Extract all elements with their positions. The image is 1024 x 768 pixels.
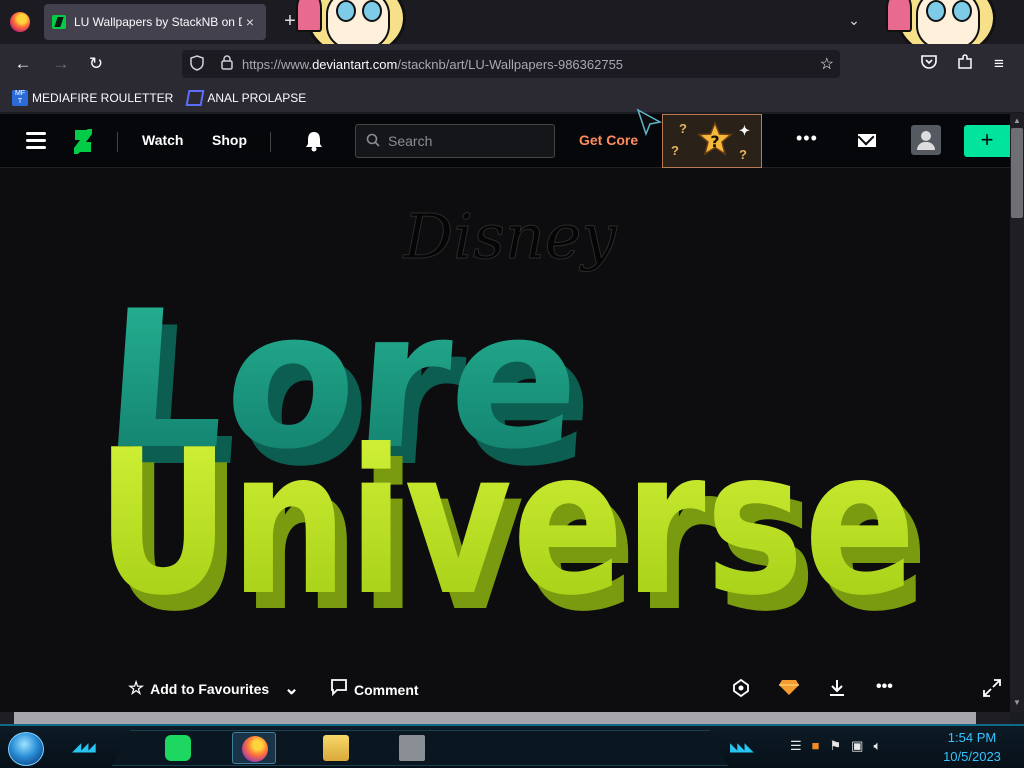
- network-icon[interactable]: ▣: [851, 738, 863, 754]
- more-options-dots-icon[interactable]: •••: [796, 128, 818, 149]
- pocket-icon[interactable]: [918, 53, 940, 75]
- comment-button[interactable]: Comment: [330, 678, 419, 701]
- favourite-label: Add to Favourites: [150, 680, 270, 697]
- volume-speaker-icon[interactable]: 🔈︎: [873, 738, 881, 754]
- tab-close-icon[interactable]: ×: [242, 14, 258, 30]
- fullscreen-expand-icon[interactable]: [982, 678, 1002, 698]
- notifications-bell-icon[interactable]: [304, 130, 324, 152]
- castle-wall-icon: [399, 735, 425, 761]
- scroll-up-arrow-icon[interactable]: ▲: [1012, 116, 1022, 125]
- sparkle-icon: ✦: [739, 123, 750, 138]
- tab-strip: LU Wallpapers by StackNB on D × + ⌄: [0, 0, 1024, 58]
- clock-time: 1:54 PM: [947, 730, 997, 745]
- spotify-taskbar-button[interactable]: [156, 732, 200, 764]
- taskbar-clock[interactable]: 1:54 PM 10/5/2023: [936, 728, 1008, 766]
- search-placeholder: Search: [388, 133, 433, 149]
- collections-dropdown-chevron-down-icon[interactable]: ⌄: [284, 678, 305, 699]
- bookmark-mediafire-rouletter[interactable]: MF T MEDIAFIRE ROULETTER: [12, 90, 173, 106]
- taskbar-decoration: ◢◢◢: [72, 740, 96, 754]
- reload-icon[interactable]: ↻: [85, 53, 107, 75]
- svg-text:?: ?: [710, 132, 719, 151]
- extensions-puzzle-icon[interactable]: [954, 53, 976, 75]
- url-text: https://www.deviantart.com/stacknb/art/L…: [242, 56, 624, 72]
- disney-wordmark: Disney: [402, 200, 617, 273]
- deviantart-favicon-icon: [52, 15, 66, 29]
- star-outline-icon: ☆: [128, 678, 145, 698]
- firefox-taskbar-button[interactable]: [232, 732, 276, 764]
- tracking-shield-icon[interactable]: [182, 54, 212, 74]
- back-arrow-icon[interactable]: ←: [12, 53, 34, 75]
- comment-bubble-icon: [330, 678, 348, 701]
- firefox-icon[interactable]: [10, 12, 30, 32]
- clock-date: 10/5/2023: [943, 749, 1001, 764]
- messages-envelope-icon[interactable]: [858, 134, 876, 147]
- vertical-scrollbar[interactable]: ▲ ▼: [1010, 114, 1024, 712]
- bookmark-star-icon[interactable]: ☆: [820, 54, 834, 74]
- comment-label: Comment: [354, 681, 419, 698]
- star-icon: ?: [697, 121, 733, 156]
- folder-icon: [323, 735, 349, 761]
- download-icon[interactable]: [827, 678, 847, 698]
- file-explorer-taskbar-button[interactable]: [314, 732, 358, 764]
- scroll-down-arrow-icon[interactable]: ▼: [1012, 698, 1022, 707]
- mouse-cursor-icon: [636, 108, 663, 137]
- site-menu-icon[interactable]: [26, 132, 46, 149]
- submit-deviation-button[interactable]: +: [964, 125, 1010, 157]
- bookmark-folder-icon: [185, 90, 205, 106]
- user-avatar[interactable]: [911, 125, 941, 155]
- action-center-flag-icon[interactable]: ⚑: [830, 738, 842, 754]
- list-all-tabs-chevron-down-icon[interactable]: ⌄: [842, 12, 866, 32]
- question-mark-icon: ?: [671, 143, 679, 158]
- tab-title: LU Wallpapers by StackNB on D: [74, 15, 242, 29]
- browser-tab-active[interactable]: LU Wallpapers by StackNB on D ×: [44, 4, 266, 40]
- start-button[interactable]: [8, 732, 44, 766]
- mystery-prize-button[interactable]: ? ? ? ✦ ?: [662, 114, 762, 168]
- add-to-favourites-button[interactable]: ☆ Add to Favourites: [128, 678, 269, 699]
- watch-link[interactable]: Watch: [142, 132, 183, 148]
- tray-app-icon[interactable]: ■: [812, 738, 820, 754]
- gift-gem-icon[interactable]: [778, 678, 800, 696]
- artwork-viewer[interactable]: Disney Lore Lore Universe Universe ☆ Add…: [0, 168, 1010, 712]
- horizontal-scrollbar[interactable]: [0, 712, 1010, 724]
- question-mark-icon: ?: [679, 121, 687, 136]
- menu-hamburger-icon[interactable]: ≡: [988, 53, 1010, 75]
- shop-link[interactable]: Shop: [212, 132, 247, 148]
- show-hidden-icons-icon[interactable]: ☰: [790, 738, 802, 754]
- divider: [270, 132, 271, 152]
- taskbar-decoration: ◣◣◣: [730, 740, 754, 754]
- lock-icon[interactable]: [212, 55, 242, 73]
- get-core-link[interactable]: Get Core: [579, 132, 638, 148]
- mediafire-icon: MF T: [12, 90, 28, 106]
- bookmark-label: ANAL PROLAPSE: [207, 91, 307, 105]
- divider: [117, 132, 118, 152]
- lore-universe-artwork-image: Disney Lore Lore Universe Universe: [0, 168, 1010, 712]
- system-tray: ☰ ■ ⚑ ▣ 🔈︎: [790, 738, 881, 754]
- more-actions-dots-icon[interactable]: •••: [876, 678, 893, 696]
- spotify-icon: [165, 735, 191, 761]
- deviantart-logo-icon[interactable]: [74, 128, 92, 154]
- deviation-action-bar: ☆ Add to Favourites ⌄ Comment •••: [0, 670, 1010, 710]
- universe-title: Universe: [96, 407, 916, 640]
- vertical-scroll-thumb[interactable]: [1011, 128, 1023, 218]
- search-icon: [366, 133, 380, 150]
- browser-navbar: ← → ↻ https://www.deviantart.com/stacknb…: [0, 44, 1024, 84]
- castle-app-taskbar-button[interactable]: [390, 732, 434, 764]
- bookmark-label: MEDIAFIRE ROULETTER: [32, 91, 174, 105]
- url-bar[interactable]: https://www.deviantart.com/stacknb/art/L…: [182, 50, 840, 78]
- site-header: Watch Shop Search Get Core ? ? ? ✦ ? •••…: [0, 108, 1010, 168]
- firefox-icon: [242, 736, 268, 762]
- bookmark-second[interactable]: ANAL PROLAPSE: [185, 90, 307, 106]
- bookmarks-toolbar: MF T MEDIAFIRE ROULETTER ANAL PROLAPSE: [0, 84, 1024, 112]
- windows-taskbar: ◢◢◢ ◣◣◣ ☰ ■ ⚑ ▣ 🔈︎ 1:54 PM 10/5/2023: [0, 724, 1024, 768]
- search-input[interactable]: Search: [355, 124, 555, 158]
- horizontal-scroll-thumb[interactable]: [14, 712, 976, 724]
- forward-arrow-icon[interactable]: →: [50, 53, 72, 75]
- badge-give-icon[interactable]: [731, 678, 751, 698]
- question-mark-icon: ?: [739, 147, 747, 162]
